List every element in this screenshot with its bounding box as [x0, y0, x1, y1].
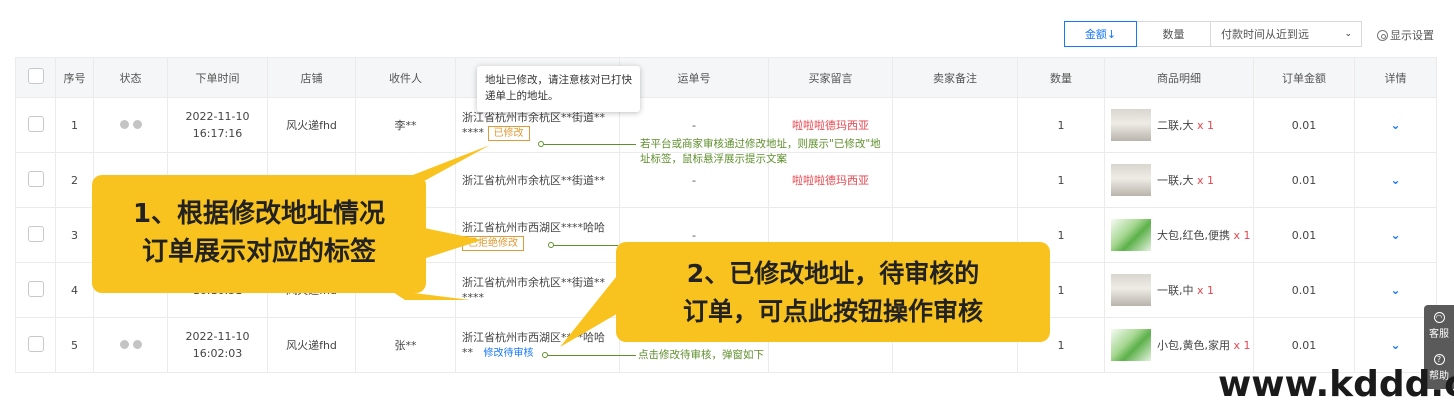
- row-checkbox[interactable]: [27, 280, 44, 297]
- header-cell: 收件人: [355, 57, 456, 98]
- chevron-down-icon: ⌄: [1344, 29, 1352, 39]
- order-amount: 0.01: [1253, 262, 1355, 318]
- order-amount: 0.01: [1253, 97, 1355, 153]
- annotation-line: [548, 355, 636, 356]
- expand-chevron-icon[interactable]: ⌄: [1390, 228, 1400, 242]
- row-number: 4: [55, 262, 94, 318]
- order-time: 2022-11-10 16:02:03: [167, 317, 268, 373]
- annotation-note-modified: 若平台或商家审核通过修改地址，则展示"已修改"地址标签，鼠标悬浮展示提示文案: [640, 138, 881, 165]
- seller-note: [892, 97, 1018, 153]
- header-cell: 店铺: [267, 57, 356, 98]
- row-number: 1: [55, 97, 94, 153]
- order-time: 2022-11-10 16:17:16: [167, 97, 268, 153]
- header-cell: 详情: [1354, 57, 1437, 98]
- annotation-marker: [548, 242, 554, 248]
- row-number: 5: [55, 317, 94, 373]
- checkbox[interactable]: [27, 68, 44, 84]
- row-checkbox[interactable]: [27, 170, 44, 187]
- order-amount: 0.01: [1253, 207, 1355, 263]
- expand-chevron-icon[interactable]: ⌄: [1390, 118, 1400, 132]
- header-cell: 买家留言: [768, 57, 893, 98]
- header-cell: 序号: [55, 57, 94, 98]
- product-image: [1111, 329, 1151, 361]
- status-dots: [119, 339, 142, 349]
- callout-label-tags: 1、根据修改地址情况 订单展示对应的标签: [92, 175, 426, 293]
- address-modified-tooltip: 地址已修改，请注意核对已打快递单上的地址。: [477, 66, 640, 112]
- expand-chevron-icon[interactable]: ⌄: [1390, 338, 1400, 352]
- row-checkbox[interactable]: [27, 115, 44, 132]
- header-cell: 下单时间: [167, 57, 268, 98]
- quantity: 1: [1017, 97, 1105, 153]
- goods-detail: 二联,大 x 1: [1104, 97, 1254, 153]
- goods-detail: 大包,红色,便携 x 1: [1104, 207, 1254, 263]
- sort-select-value: 付款时间从近到远: [1221, 28, 1309, 41]
- goods-detail: 一联,中 x 1: [1104, 262, 1254, 318]
- expand-chevron-icon[interactable]: ⌄: [1390, 283, 1400, 297]
- sort-qty-button[interactable]: 数量: [1137, 21, 1211, 47]
- header-cell: 商品明细: [1104, 57, 1254, 98]
- table-header: 序号 状态 下单时间 店铺 收件人 地址 运单号 买家留言 卖家备注 数量 商品…: [15, 57, 1437, 98]
- header-cell: 卖家备注: [892, 57, 1018, 98]
- product-image: [1111, 109, 1151, 141]
- address-modified-tag[interactable]: 已修改: [487, 125, 530, 141]
- sort-select[interactable]: 付款时间从近到远 ⌄: [1211, 21, 1362, 47]
- header-cell: 订单金额: [1253, 57, 1355, 98]
- annotation-note-pending: 点击修改待审核，弹窗如下: [638, 349, 764, 361]
- sort-toolbar: 金额↓ 数量 付款时间从近到远 ⌄: [1064, 21, 1362, 47]
- quantity: 1: [1017, 152, 1105, 208]
- headset-icon: ◠: [1433, 312, 1445, 323]
- status-dots: [119, 119, 142, 129]
- modify-pending-review-link[interactable]: 修改待审核: [484, 348, 534, 359]
- row-checkbox[interactable]: [27, 225, 44, 242]
- annotation-marker: [542, 352, 548, 358]
- product-image: [1111, 164, 1151, 196]
- goods-detail: 一联,大 x 1: [1104, 152, 1254, 208]
- product-image: [1111, 219, 1151, 251]
- header-cell: 数量: [1017, 57, 1105, 98]
- row-number: 3: [55, 207, 94, 263]
- customer-service-button[interactable]: ◠ 客服: [1424, 305, 1454, 347]
- sort-amount-button[interactable]: 金额↓: [1064, 21, 1137, 47]
- seller-note: [892, 152, 1018, 208]
- header-cell: 运单号: [619, 57, 769, 98]
- gear-icon: [1377, 29, 1388, 41]
- annotation-line: [544, 144, 636, 145]
- order-amount: 0.01: [1253, 152, 1355, 208]
- display-settings-button[interactable]: 显示设置: [1377, 27, 1434, 43]
- callout-pending-review: 2、已修改地址，待审核的 订单，可点此按钮操作审核: [616, 242, 1050, 342]
- row-number: 2: [55, 152, 94, 208]
- expand-chevron-icon[interactable]: ⌄: [1390, 173, 1400, 187]
- header-cell: 状态: [93, 57, 168, 98]
- row-checkbox[interactable]: [27, 335, 44, 352]
- header-select-all[interactable]: [15, 57, 56, 98]
- display-settings-label: 显示设置: [1390, 29, 1434, 42]
- product-image: [1111, 274, 1151, 306]
- annotation-marker: [538, 141, 544, 147]
- watermark: www.kddd.cn: [1218, 364, 1454, 405]
- annotation-line: [554, 245, 618, 246]
